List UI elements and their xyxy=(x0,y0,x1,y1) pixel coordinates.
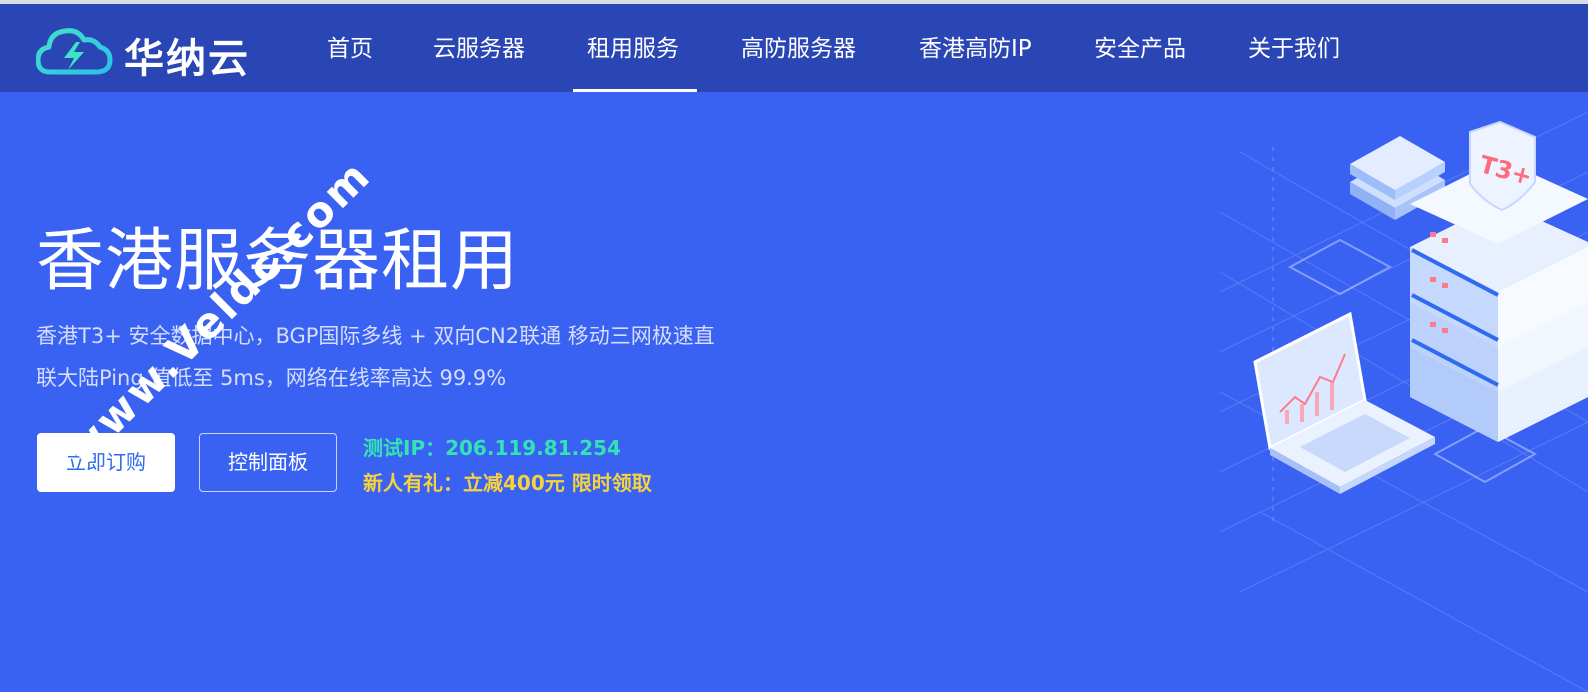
buy-now-button[interactable]: 立即订购 xyxy=(37,433,175,492)
nav-about-us[interactable]: 关于我们 xyxy=(1248,4,1340,92)
nav-ddos-server[interactable]: 高防服务器 xyxy=(741,4,856,92)
nav-hk-ddos-ip[interactable]: 香港高防IP xyxy=(919,4,1032,92)
nav-security-products[interactable]: 安全产品 xyxy=(1094,4,1186,92)
logo[interactable]: 华纳云 xyxy=(35,22,276,82)
control-panel-button[interactable]: 控制面板 xyxy=(199,433,337,492)
hero-description-line-2: 联大陆Ping 值低至 5ms，网络在线率高达 99.9% xyxy=(36,366,507,390)
test-ip-text: 测试IP：206.119.81.254 xyxy=(363,436,621,460)
promo-link[interactable]: 新人有礼：立减400元 限时领取 xyxy=(363,467,652,496)
nav-cloud-server[interactable]: 云服务器 xyxy=(433,4,525,92)
hero-banner: 香港服务器租用 香港T3+ 安全数据中心，BGP国际多线 + 双向CN2联通 移… xyxy=(0,92,1588,692)
nav-rental-service[interactable]: 租用服务 xyxy=(587,4,679,92)
brand-name: 华纳云 xyxy=(124,36,250,82)
hero-description-line-1: 香港T3+ 安全数据中心，BGP国际多线 + 双向CN2联通 移动三网极速直 xyxy=(36,324,715,348)
nav-home[interactable]: 首页 xyxy=(327,4,373,92)
server-laptop-illustration: T3+ xyxy=(1219,111,1588,692)
top-navbar: 华纳云 首页 云服务器 租用服务 高防服务器 香港高防IP 安全产品 关于我们 xyxy=(0,4,1588,92)
hero-title: 香港服务器租用 xyxy=(36,222,520,301)
